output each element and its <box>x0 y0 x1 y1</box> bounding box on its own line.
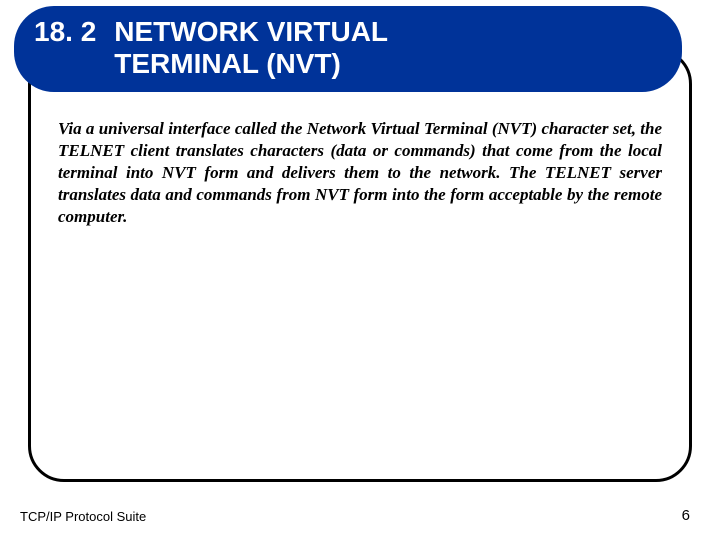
section-number: 18. 2 <box>34 16 96 48</box>
title-bar: 18. 2 NETWORK VIRTUAL TERMINAL (NVT) <box>14 6 682 92</box>
footer-source: TCP/IP Protocol Suite <box>20 509 146 524</box>
body-paragraph: Via a universal interface called the Net… <box>58 118 662 228</box>
section-title-line1: NETWORK VIRTUAL <box>114 16 388 48</box>
footer-page-number: 6 <box>682 507 690 524</box>
content-frame <box>28 48 692 482</box>
section-title-line2: TERMINAL (NVT) <box>114 48 388 80</box>
